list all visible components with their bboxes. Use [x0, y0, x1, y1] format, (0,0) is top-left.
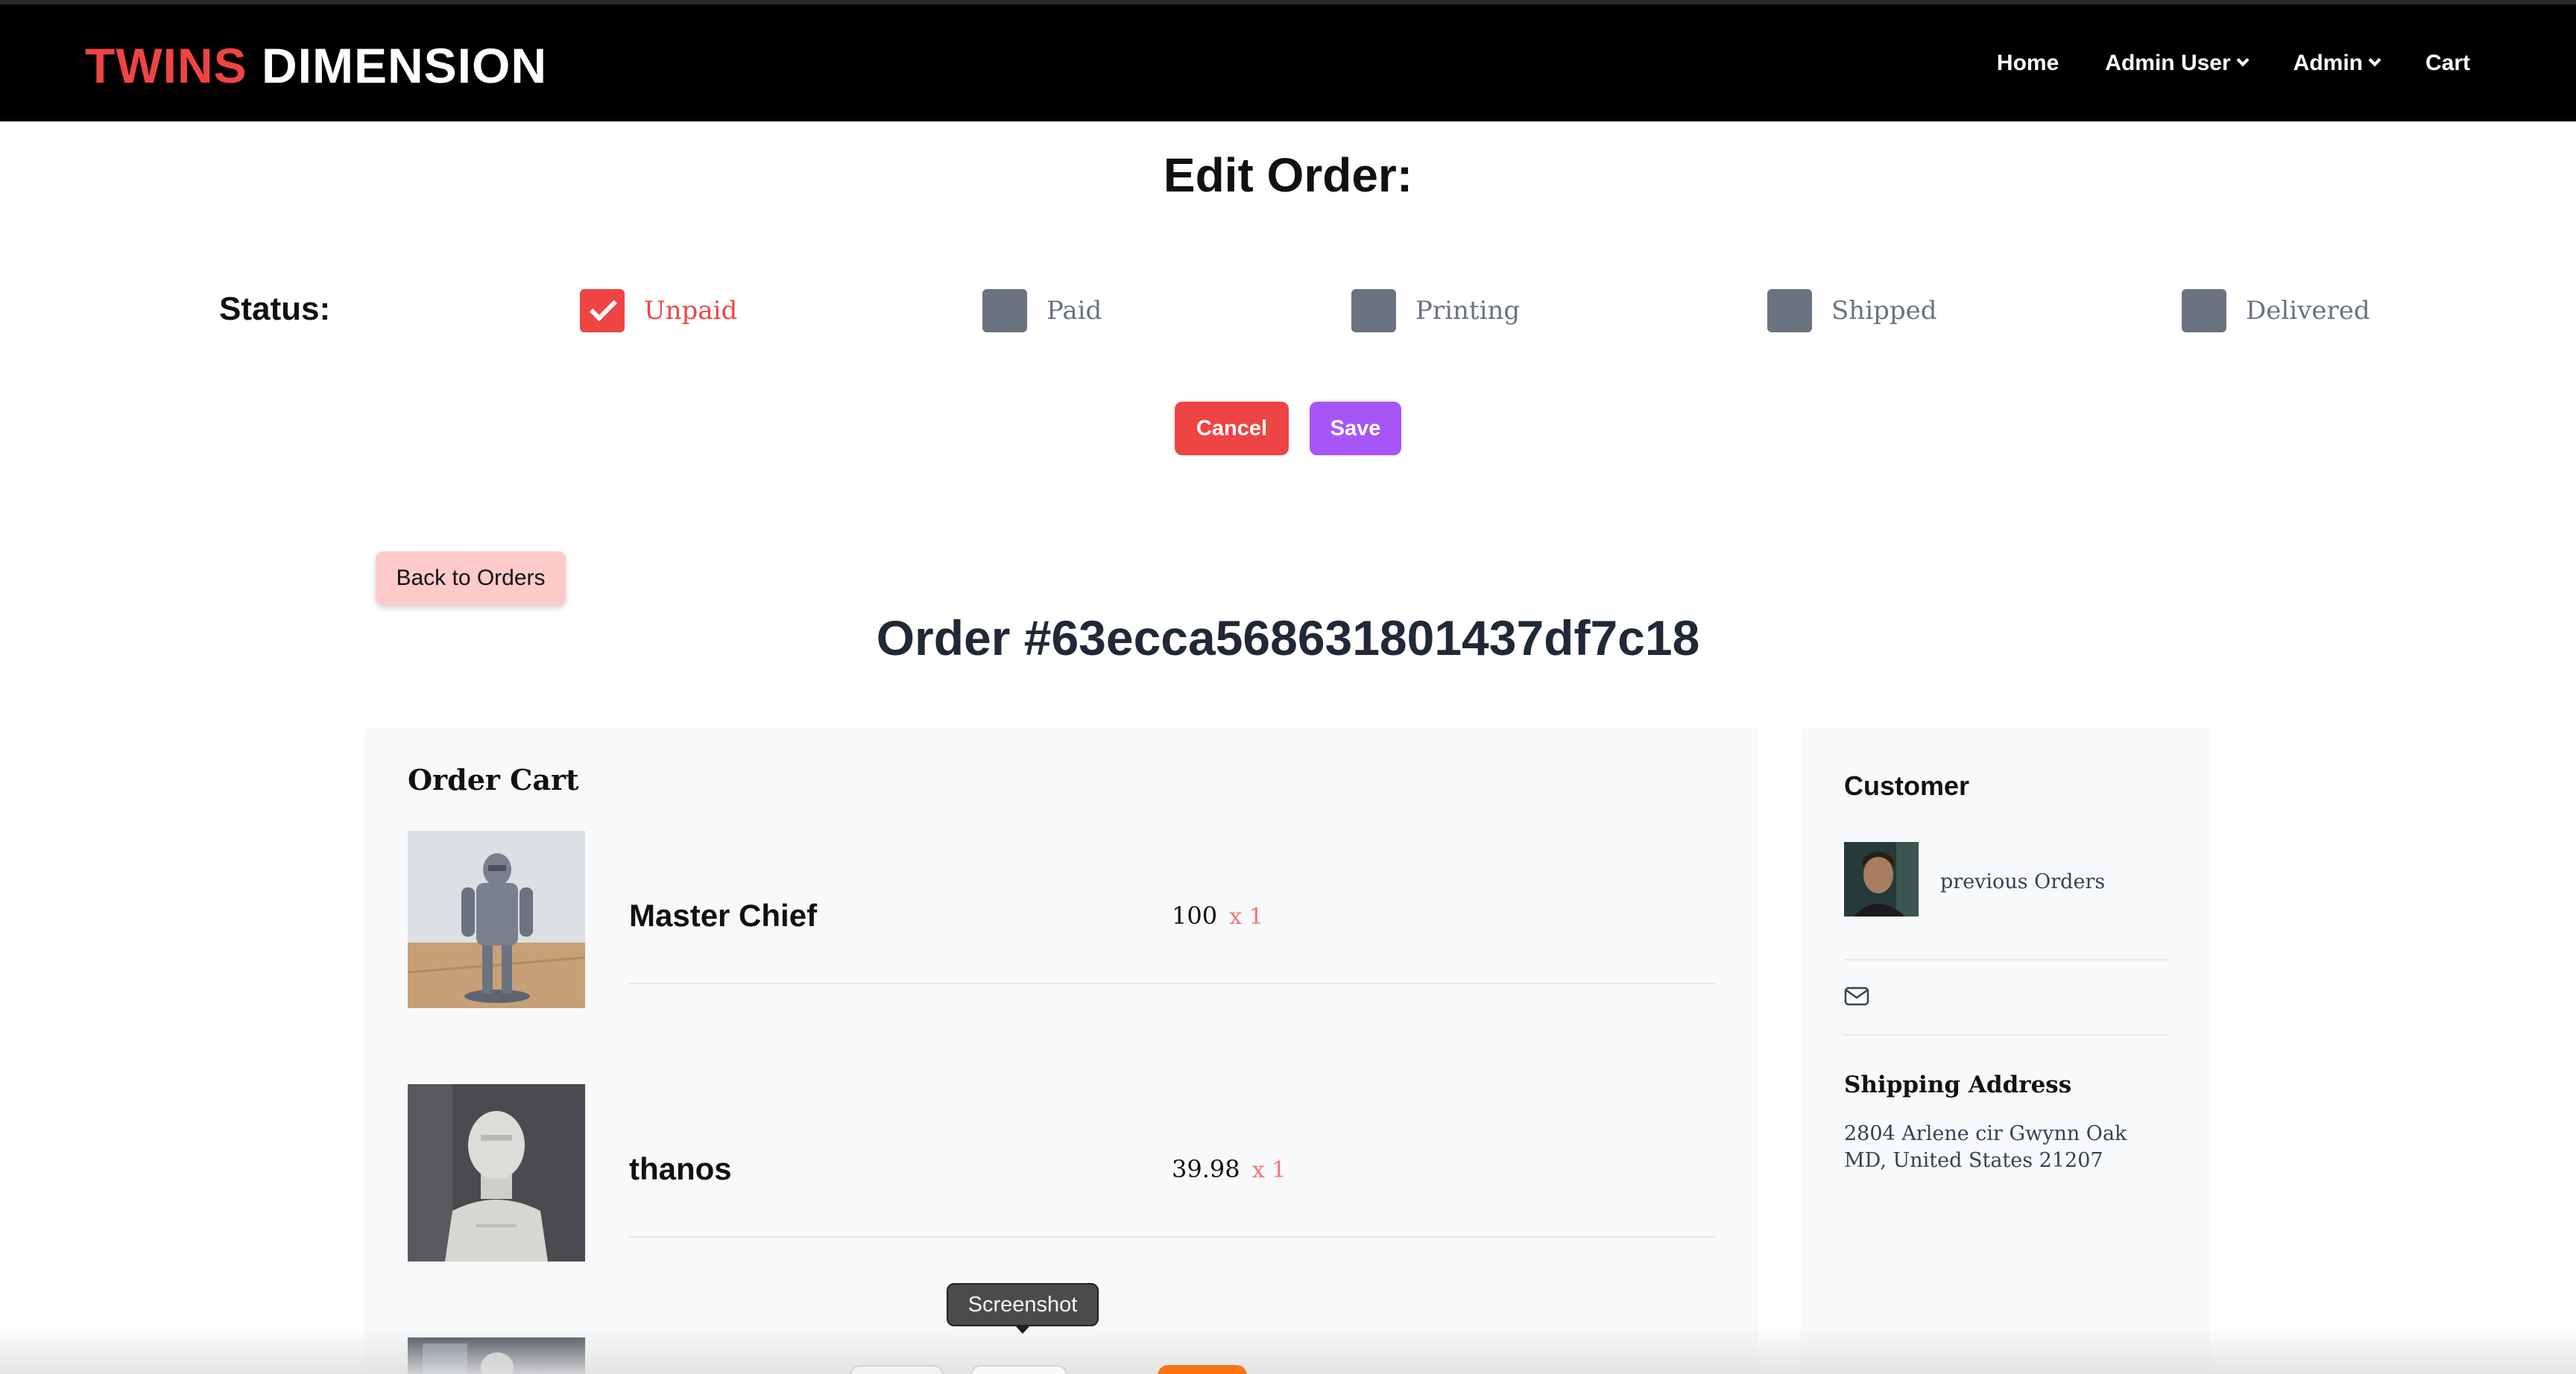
cart-item: Master Chief 100 x 1: [408, 831, 1715, 1010]
cancel-button[interactable]: Cancel: [1175, 402, 1289, 455]
screenshot-tooltip: Screenshot: [947, 1283, 1099, 1326]
status-printing-label: Printing: [1415, 296, 1521, 326]
cart-item-name: thanos: [629, 1151, 732, 1186]
nav-admin-user-dropdown[interactable]: Admin User: [2105, 51, 2250, 76]
top-navbar: TWINS DIMENSION Home Admin User Admin Ca…: [0, 0, 2576, 121]
cart-item-price-value: 39.98: [1172, 1155, 1240, 1183]
order-cart-heading: Order Cart: [408, 763, 579, 797]
check-icon: [590, 294, 617, 322]
nav-admin-user-label: Admin User: [2105, 51, 2231, 75]
status-unpaid-label: Unpaid: [644, 296, 738, 326]
status-paid-label: Paid: [1046, 296, 1102, 326]
divider: [1844, 959, 2169, 960]
checkbox-unpaid[interactable]: [580, 289, 625, 332]
order-cart-panel: Order Cart Master Chief 100 x 1 thanos 3…: [364, 729, 1758, 1374]
save-button[interactable]: Save: [1310, 402, 1401, 455]
status-option-unpaid[interactable]: Unpaid: [580, 289, 737, 332]
customer-panel: Customer previous Orders Shipping Addres…: [1801, 729, 2211, 1374]
dock-shadow: [0, 1326, 2576, 1374]
nav-admin-dropdown[interactable]: Admin: [2293, 51, 2381, 76]
dock-button[interactable]: [970, 1365, 1067, 1374]
nav-home-label: Home: [1996, 51, 2059, 75]
back-to-orders-button[interactable]: Back to Orders: [376, 551, 566, 605]
status-delivered-label: Delivered: [2246, 296, 2370, 326]
shipping-address: 2804 Arlene cir Gwynn Oak MD, United Sta…: [1844, 1121, 2142, 1174]
dock-button[interactable]: [850, 1365, 944, 1374]
shipping-address-heading: Shipping Address: [1844, 1071, 2072, 1098]
shipping-address-line2: MD, United States 21207: [1844, 1149, 2103, 1172]
thanos-product-image[interactable]: [408, 1084, 585, 1261]
checkbox-printing[interactable]: [1351, 289, 1396, 332]
checkbox-paid[interactable]: [982, 289, 1027, 332]
checkbox-shipped[interactable]: [1767, 289, 1812, 332]
cart-item-quantity: x 1: [1229, 904, 1263, 930]
checkbox-delivered[interactable]: [2182, 289, 2226, 332]
order-title: Order #63ecca568631801437df7c18: [876, 610, 1700, 665]
previous-orders-link[interactable]: previous Orders: [1940, 870, 2105, 893]
brand-part2: DIMENSION: [261, 38, 548, 93]
divider: [1844, 1034, 2169, 1036]
status-option-delivered[interactable]: Delivered: [2182, 289, 2370, 332]
customer-heading: Customer: [1844, 770, 1970, 801]
cart-item-name: Master Chief: [629, 898, 818, 933]
brand-part1: TWINS: [85, 38, 247, 93]
nav-admin-label: Admin: [2293, 51, 2363, 75]
cart-item: thanos 39.98 x 1: [408, 1084, 1715, 1263]
nav-cart-link[interactable]: Cart: [2425, 51, 2470, 76]
cart-item-price: 100 x 1: [1172, 902, 1263, 930]
nav-cart-label: Cart: [2425, 51, 2470, 75]
status-option-printing[interactable]: Printing: [1351, 289, 1520, 332]
avatar[interactable]: [1844, 842, 1919, 916]
cart-item-price: 39.98 x 1: [1172, 1155, 1286, 1183]
master-chief-product-image[interactable]: [408, 831, 585, 1008]
status-option-paid[interactable]: Paid: [982, 289, 1102, 332]
brand-logo[interactable]: TWINS DIMENSION: [85, 37, 547, 94]
status-label: Status:: [219, 291, 331, 327]
mail-icon[interactable]: [1844, 987, 1869, 1006]
status-option-shipped[interactable]: Shipped: [1767, 289, 1936, 332]
edit-order-title: Edit Order:: [1163, 148, 1413, 202]
status-shipped-label: Shipped: [1831, 296, 1937, 326]
divider: [629, 983, 1715, 984]
chevron-down-icon: [2368, 54, 2381, 67]
tooltip-arrow: [1014, 1325, 1031, 1334]
nav-home-link[interactable]: Home: [1997, 51, 2059, 76]
cart-item-quantity: x 1: [1251, 1157, 1287, 1183]
shipping-address-line1: 2804 Arlene cir Gwynn Oak: [1844, 1122, 2127, 1145]
nav-menu: Home Admin User Admin Cart: [1997, 51, 2470, 76]
cart-item-price-value: 100: [1172, 902, 1218, 930]
chevron-down-icon: [2236, 54, 2250, 67]
dock-button[interactable]: [1158, 1365, 1247, 1374]
divider: [629, 1236, 1715, 1238]
